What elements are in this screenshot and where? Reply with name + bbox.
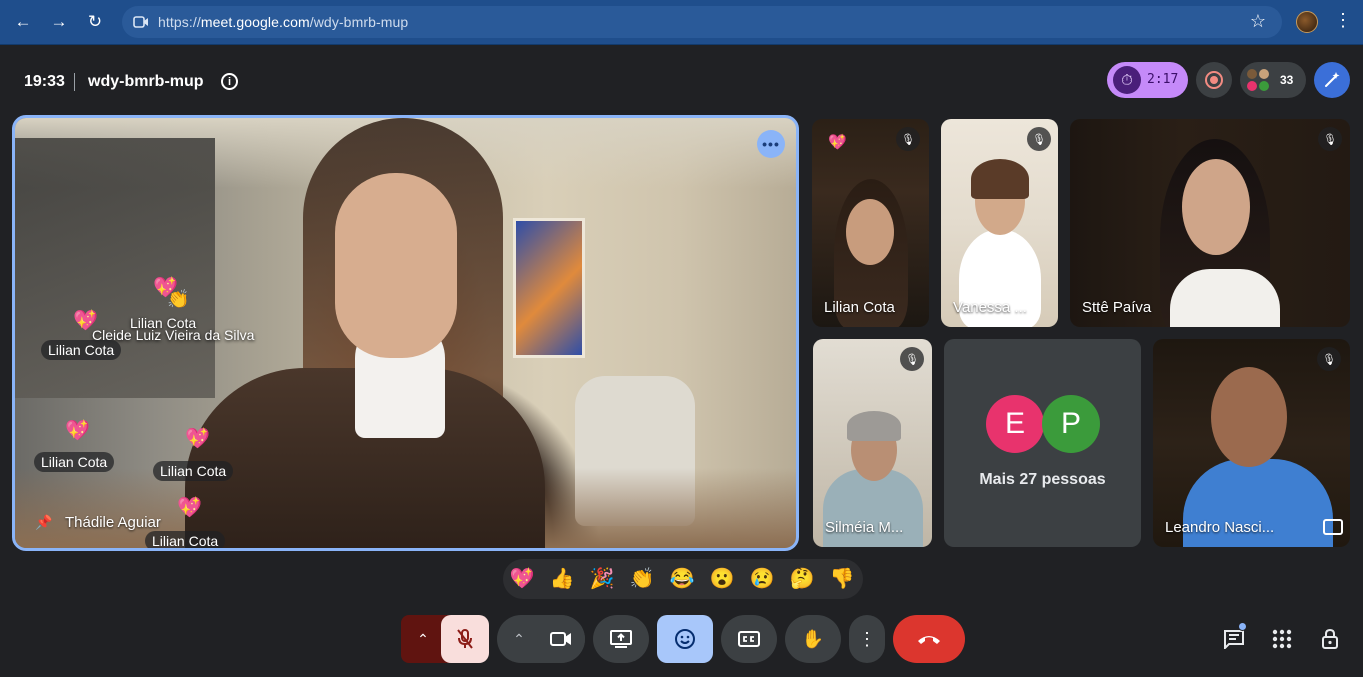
avatar: E [986, 395, 1044, 453]
speaker-name: Thádile Aguiar [65, 514, 161, 531]
leave-call-icon[interactable] [893, 615, 965, 663]
browser-toolbar: ← → ↻ https://meet.google.com/wdy-bmrb-m… [0, 0, 1363, 45]
heart-reaction-icon[interactable]: 💖 [508, 567, 536, 591]
reactions-bar: 💖 👍 🎉 👏 😂 😮 😢 🤔 👎 [503, 559, 863, 599]
mic-off-icon[interactable] [441, 615, 489, 663]
camera-control: ⌃ [497, 615, 585, 663]
raise-hand-icon[interactable]: ✋ [785, 615, 841, 663]
heart-reaction-icon: 💖 [73, 310, 98, 332]
background-painting [513, 218, 585, 358]
participant-face [1211, 367, 1287, 467]
participant-tile[interactable]: 🎙 Leandro Nasci... [1153, 339, 1350, 547]
avatar: P [1042, 395, 1100, 453]
profile-avatar[interactable] [1296, 11, 1318, 33]
mic-options-chevron-icon[interactable]: ⌃ [401, 615, 445, 663]
meeting-time: 19:33 [24, 73, 65, 90]
timer-value: 2:17 [1147, 72, 1179, 87]
mic-off-icon: 🎙 [900, 347, 924, 371]
main-speaker-tile[interactable]: 💖 👏 Lilian Cota Cleide Luiz Vieira da Si… [12, 115, 799, 551]
thumbs-down-reaction-icon[interactable]: 👎 [828, 567, 856, 591]
sad-reaction-icon[interactable]: 😢 [748, 567, 776, 591]
bookmark-star-icon[interactable]: ☆ [1250, 11, 1266, 32]
host-controls-lock-icon[interactable] [1316, 625, 1344, 653]
present-screen-icon[interactable] [593, 615, 649, 663]
emoji-reactions-icon[interactable] [657, 615, 713, 663]
participant-tile[interactable]: 🎙 Vanessa ... [941, 119, 1058, 327]
participant-count: 33 [1280, 73, 1294, 87]
reaction-name: Lilian Cota [145, 531, 226, 548]
participant-face [846, 199, 894, 265]
participant-face [1182, 159, 1250, 255]
participant-name: Leandro Nasci... [1165, 519, 1275, 536]
site-info-icon[interactable] [132, 13, 150, 31]
heart-reaction-icon: 💖 [177, 497, 202, 519]
clap-reaction-icon: 👏 [167, 289, 190, 309]
url-text[interactable]: https://meet.google.com/wdy-bmrb-mup [158, 14, 408, 30]
recording-button[interactable] [1196, 62, 1232, 98]
participant-name: Silméia M... [825, 519, 904, 536]
thumbs-up-reaction-icon[interactable]: 👍 [548, 567, 576, 591]
magic-wand-icon[interactable] [1314, 62, 1350, 98]
header-divider [74, 73, 75, 91]
address-bar[interactable]: https://meet.google.com/wdy-bmrb-mup ☆ [122, 6, 1282, 38]
participant-avatars-icon [1247, 69, 1271, 91]
participant-name: Vanessa ... [953, 299, 1027, 316]
thinking-reaction-icon[interactable]: 🤔 [788, 567, 816, 591]
speaker-face [335, 173, 457, 358]
participant-hair [847, 411, 901, 441]
reaction-name: Lilian Cota [153, 461, 234, 481]
captions-icon[interactable] [721, 615, 777, 663]
activities-icon[interactable] [1268, 625, 1296, 653]
timer-button[interactable]: ⏱ 2:17 [1107, 62, 1188, 98]
participant-name: Sttê Paíva [1082, 299, 1152, 316]
meeting-code: wdy-bmrb-mup [88, 73, 204, 90]
more-participants-tile[interactable]: E P Mais 27 pessoas [944, 339, 1141, 547]
heart-reaction-icon: 💖 [185, 428, 210, 450]
mic-off-icon: 🎙 [1027, 127, 1051, 151]
participant-figure [1170, 269, 1280, 327]
more-participants-label: Mais 27 pessoas [979, 471, 1106, 488]
reload-icon[interactable]: ↻ [82, 9, 108, 35]
pin-icon[interactable]: 📌 [35, 514, 52, 531]
record-icon [1205, 71, 1223, 89]
participants-button[interactable]: 33 [1240, 62, 1306, 98]
surprised-reaction-icon[interactable]: 😮 [708, 567, 736, 591]
chat-notification-badge [1238, 622, 1247, 631]
heart-reaction-icon: 💖 [828, 134, 847, 151]
mic-off-icon: 🎙 [1318, 127, 1342, 151]
more-options-icon[interactable]: ⋮ [849, 615, 885, 663]
back-icon[interactable]: ← [10, 9, 36, 35]
party-reaction-icon[interactable]: 🎉 [588, 567, 616, 591]
participant-hair [971, 159, 1029, 199]
participant-tile[interactable]: 🎙 Sttê Paíva [1070, 119, 1350, 327]
reaction-name: Lilian Cota [34, 452, 115, 472]
camera-options-chevron-icon[interactable]: ⌃ [497, 615, 541, 663]
mic-off-icon: 🎙 [1317, 347, 1341, 371]
tile-more-options-icon[interactable]: ••• [757, 130, 785, 158]
meeting-info-icon[interactable]: i [221, 73, 238, 90]
camera-icon[interactable] [537, 615, 585, 663]
mic-off-icon: 🎙 [896, 127, 920, 151]
reaction-name: Lilian Cota [41, 340, 122, 360]
browser-menu-icon[interactable]: ⋮ [1334, 10, 1352, 31]
picture-in-picture-icon[interactable] [1323, 519, 1343, 535]
participant-name: Lilian Cota [824, 299, 895, 316]
clap-reaction-icon[interactable]: 👏 [628, 567, 656, 591]
participant-tile[interactable]: 🎙 Silméia M... [813, 339, 932, 547]
heart-reaction-icon: 💖 [65, 420, 90, 442]
laugh-reaction-icon[interactable]: 😂 [668, 567, 696, 591]
microphone-control: ⌃ [401, 615, 489, 663]
timer-icon: ⏱ [1113, 66, 1141, 94]
participant-tile[interactable]: 💖 🎙 Lilian Cota [812, 119, 929, 327]
forward-icon[interactable]: → [46, 9, 72, 35]
